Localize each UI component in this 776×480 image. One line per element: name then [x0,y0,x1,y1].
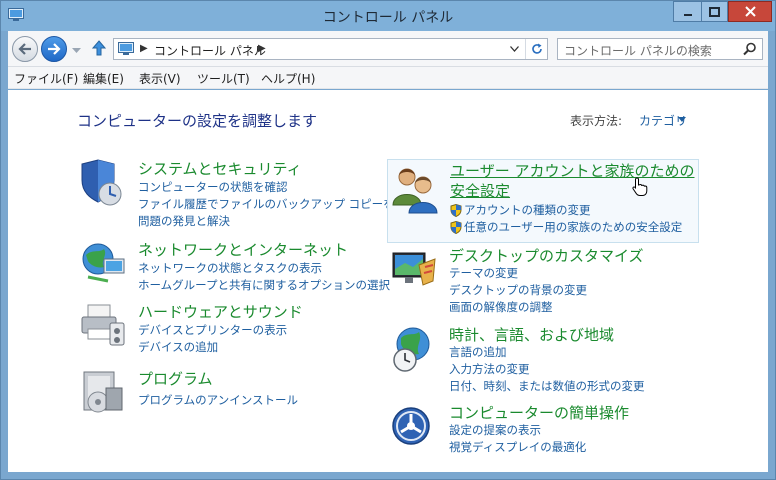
close-icon [744,6,756,17]
close-button[interactable] [728,1,772,22]
arrow-left-icon [18,43,31,55]
recent-pages-button[interactable] [72,43,81,57]
address-bar[interactable]: ▶ コントロール パネル ▶ [113,38,548,60]
category-link[interactable]: プログラムのアンインストール [138,392,298,408]
window-title: コントロール パネル [322,10,454,26]
category-title[interactable]: ハードウェアとサウンド [138,301,303,322]
navigation-toolbar: ▶ コントロール パネル ▶ コントロール パネルの検索 [8,31,768,67]
arrow-right-icon [48,43,61,55]
forward-button[interactable] [41,36,67,62]
category-link-label: アカウントの種類の変更 [464,203,591,217]
menu-bar: ファイル(F) 編集(E) 表示(V) ツール(T) ヘルプ(H) [8,67,768,89]
category-title[interactable]: ユーザー アカウントと家族のための安全設定 [450,161,696,201]
shield-icon[interactable] [78,158,128,208]
minimize-icon [683,13,692,16]
chevron-down-icon [72,48,81,53]
category-ease-of-access: コンピューターの簡単操作 設定の提案の表示 視覚ディスプレイの最適化 [389,402,709,462]
refresh-icon [531,43,542,54]
programs-icon[interactable] [78,368,128,418]
category-system-security: システムとセキュリティ コンピューターの状態を確認 ファイル履歴でファイルのバッ… [78,158,418,229]
uac-shield-icon [450,204,462,217]
chevron-down-icon [509,46,519,52]
category-title[interactable]: 時計、言語、および地域 [449,324,614,345]
menu-edit[interactable]: 編集(E) [83,70,124,87]
category-link[interactable]: ファイル履歴でファイルのバックアップ コピーを保存 [138,196,418,212]
category-title[interactable]: プログラム [138,368,213,389]
category-title[interactable]: システムとセキュリティ [138,158,302,179]
search-box[interactable]: コントロール パネルの検索 [557,38,763,60]
category-title[interactable]: コンピューターの簡単操作 [449,402,629,423]
category-link[interactable]: アカウントの種類の変更 [450,202,591,218]
category-link[interactable]: 入力方法の変更 [449,361,530,377]
breadcrumb-control-panel[interactable]: コントロール パネル [154,42,266,59]
maximize-button[interactable] [701,1,728,22]
category-link[interactable]: デスクトップの背景の変更 [449,282,587,298]
minimize-button[interactable] [673,1,701,22]
category-programs: プログラム プログラムのアンインストール [78,368,378,418]
category-link-label: 任意のユーザー用の家族のための安全設定 [464,220,683,234]
category-link[interactable]: 視覚ディスプレイの最適化 [449,439,586,455]
category-link[interactable]: 設定の提案の表示 [449,422,541,438]
view-by-label: 表示方法: [570,114,623,128]
breadcrumb-arrow-icon[interactable]: ▶ [258,43,266,54]
maximize-icon [709,6,720,17]
category-title[interactable]: デスクトップのカスタマイズ [449,245,644,266]
category-network-internet: ネットワークとインターネット ネットワークの状態とタスクの表示 ホームグループと… [78,239,390,293]
control-panel-window: コントロール パネル ▶ コントロール パネル ▶ コントロール パネルの検索 … [0,0,776,480]
category-link[interactable]: 問題の発見と解決 [138,213,230,229]
category-link[interactable]: ホームグループと共有に関するオプションの選択 [138,277,390,293]
control-panel-icon [118,42,134,59]
category-link[interactable]: コンピューターの状態を確認 [138,179,288,195]
category-clock-language-region: 時計、言語、および地域 言語の追加 入力方法の変更 日付、時刻、または数値の形式… [389,324,709,394]
category-hardware-sound: ハードウェアとサウンド デバイスとプリンターの表示 デバイスの追加 [78,301,378,355]
title-bar[interactable]: コントロール パネル [1,1,775,31]
control-panel-content: コンピューターの設定を調整します 表示方法: カテゴリ システムとセキュリティ … [8,90,768,472]
network-globe-icon[interactable] [78,239,128,289]
address-dropdown-button[interactable] [505,41,523,57]
hand-cursor-icon [632,177,648,200]
chevron-down-icon[interactable] [678,117,686,122]
page-heading: コンピューターの設定を調整します [77,112,318,130]
category-link[interactable]: ネットワークの状態とタスクの表示 [138,260,322,276]
category-link[interactable]: 日付、時刻、または数値の形式の変更 [449,378,645,394]
search-icon[interactable] [743,42,757,59]
uac-shield-icon [450,221,462,234]
menu-view[interactable]: 表示(V) [139,70,181,87]
category-link[interactable]: デバイスとプリンターの表示 [138,322,287,338]
up-button[interactable] [91,40,107,59]
printer-icon[interactable] [78,301,128,351]
back-button[interactable] [12,36,38,62]
category-title[interactable]: ネットワークとインターネット [138,239,348,260]
menu-file[interactable]: ファイル(F) [14,70,78,87]
ease-of-access-icon[interactable] [389,402,439,452]
category-link[interactable]: 任意のユーザー用の家族のための安全設定 [450,219,682,235]
category-link[interactable]: 言語の追加 [449,344,507,360]
users-icon[interactable] [391,165,441,215]
category-link[interactable]: デバイスの追加 [138,339,218,355]
category-user-accounts[interactable]: ユーザー アカウントと家族のための安全設定 アカウントの種類の変更 任意のユーザ… [387,159,699,243]
search-input[interactable]: コントロール パネルの検索 [564,42,712,59]
globe-clock-icon[interactable] [389,324,439,374]
refresh-button[interactable] [525,39,547,59]
menu-help[interactable]: ヘルプ(H) [261,70,315,87]
category-link[interactable]: テーマの変更 [449,265,518,281]
monitor-icon[interactable] [389,245,439,295]
menu-tools[interactable]: ツール(T) [197,70,250,87]
arrow-up-icon [91,40,107,56]
category-desktop: デスクトップのカスタマイズ テーマの変更 デスクトップの背景の変更 画面の解像度… [389,245,709,315]
category-link[interactable]: 画面の解像度の調整 [449,299,553,315]
breadcrumb-arrow-icon[interactable]: ▶ [140,43,148,54]
